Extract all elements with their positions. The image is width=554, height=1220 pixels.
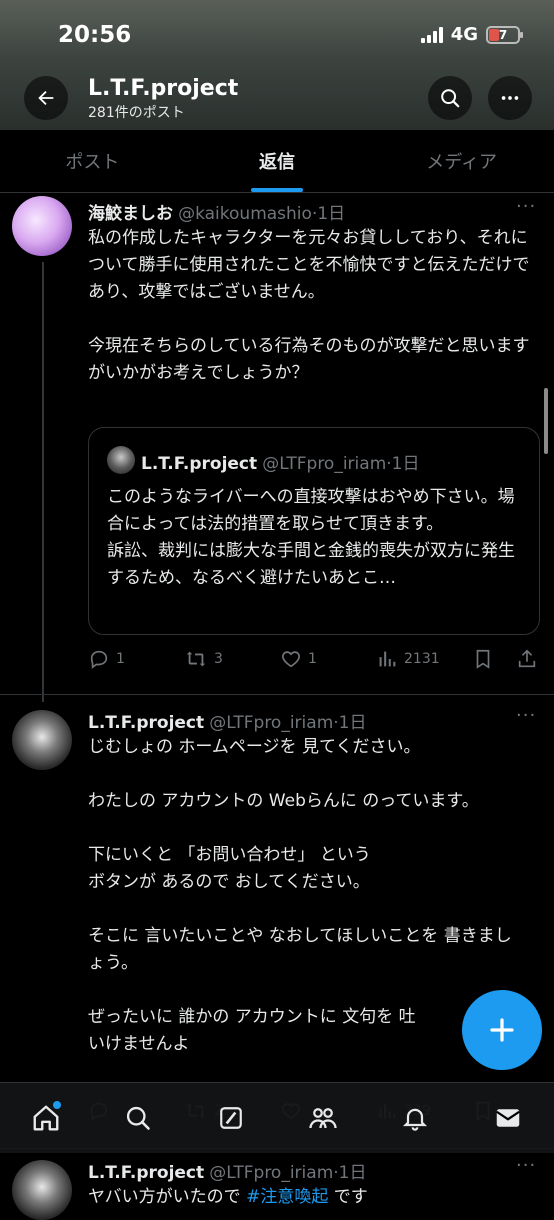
like-count: 1 <box>308 651 317 667</box>
scrollbar[interactable] <box>544 388 548 454</box>
repost-icon <box>186 651 206 667</box>
hashtag-link[interactable]: #注意喚起 <box>246 1187 328 1207</box>
like-button[interactable]: 1 <box>280 648 317 670</box>
post-author: 海鮫ましお @kaikoumashio·1日 <box>88 199 345 224</box>
tab-posts[interactable]: ポスト <box>0 130 185 192</box>
views-button[interactable]: 2131 <box>376 648 440 670</box>
search-icon <box>127 1106 151 1130</box>
avatar <box>107 446 135 474</box>
back-button[interactable] <box>24 76 68 120</box>
quote-text: このようなライバーへの直接攻撃はおやめ下さい。場合によっては法的措置を取らせて頂… <box>107 487 515 588</box>
share-button[interactable] <box>516 648 538 674</box>
nav-communities[interactable] <box>298 1093 348 1143</box>
post-text: ヤバい方がいたので #注意喚起 です <box>88 1184 528 1211</box>
bookmark-button[interactable] <box>472 648 494 674</box>
reply-count: 1 <box>116 651 125 667</box>
thread-line <box>42 262 44 702</box>
post-actions: 1 3 1 2131 <box>88 648 540 672</box>
reply-icon <box>90 650 108 669</box>
quote-author-name: L.T.F.project <box>141 454 258 474</box>
share-icon <box>518 649 536 668</box>
tab-replies[interactable]: 返信 <box>185 130 370 192</box>
avatar[interactable] <box>12 196 72 256</box>
author-handle[interactable]: @LTFpro_iriam <box>209 1163 333 1183</box>
post-menu-button[interactable]: ··· <box>516 1155 536 1176</box>
tab-posts-label: ポスト <box>65 152 120 173</box>
divider <box>0 694 554 695</box>
post-text-suffix: です <box>328 1187 368 1207</box>
post-author: L.T.F.project @LTFpro_iriam·1日 <box>88 1158 366 1183</box>
repost-button[interactable]: 3 <box>184 648 223 670</box>
post-author: L.T.F.project @LTFpro_iriam·1日 <box>88 708 366 733</box>
quote-author: L.T.F.project @LTFpro_iriam·1日 <box>141 449 419 474</box>
avatar[interactable] <box>12 1160 72 1220</box>
author-name[interactable]: 海鮫ましお <box>88 204 173 224</box>
author-handle[interactable]: @kaikoumashio <box>178 204 312 224</box>
post-time: ·1日 <box>333 713 367 733</box>
search-icon <box>441 89 460 108</box>
search-button[interactable] <box>428 76 472 120</box>
status-indicators: 4G 7 <box>420 24 523 45</box>
nav-messages[interactable] <box>483 1093 533 1143</box>
post-time: ·1日 <box>311 204 346 224</box>
battery-icon: 7 <box>486 25 523 44</box>
views-icon <box>379 651 396 667</box>
more-button[interactable] <box>488 76 532 120</box>
profile-tabs: ポスト 返信 メディア <box>0 130 554 193</box>
quote-author-handle: @LTFpro_iriam <box>262 454 387 474</box>
nav-grok[interactable] <box>206 1093 256 1143</box>
author-name[interactable]: L.T.F.project <box>88 713 204 733</box>
tab-media-label: メディア <box>426 152 498 173</box>
author-name[interactable]: L.T.F.project <box>88 1163 204 1183</box>
bottom-navigation <box>0 1082 554 1153</box>
tab-replies-label: 返信 <box>259 152 295 173</box>
post-text: 私の作成したキャラクターを元々お貸ししており、それについて勝手に使用されたことを… <box>88 228 530 383</box>
battery-level: 7 <box>498 27 508 42</box>
mail-icon <box>495 1109 520 1127</box>
quoted-post[interactable]: L.T.F.project @LTFpro_iriam·1日 このようなライバー… <box>88 427 540 635</box>
post-menu-button[interactable]: ··· <box>516 196 536 217</box>
network-label: 4G <box>450 24 478 45</box>
reply-button[interactable]: 1 <box>88 648 125 670</box>
tab-media[interactable]: メディア <box>369 130 554 192</box>
like-icon <box>282 651 300 668</box>
active-tab-indicator <box>251 188 303 192</box>
nav-notifications[interactable] <box>390 1093 440 1143</box>
author-handle[interactable]: @LTFpro_iriam <box>209 713 333 733</box>
nav-home[interactable] <box>21 1093 71 1143</box>
quote-time: ·1日 <box>386 454 420 474</box>
more-icon <box>501 96 519 100</box>
communities-icon <box>309 1108 337 1129</box>
nav-search[interactable] <box>113 1093 163 1143</box>
compose-fab-button[interactable] <box>462 990 542 1070</box>
header-background <box>0 0 554 130</box>
view-count: 2131 <box>404 651 440 667</box>
signal-icon <box>420 26 443 43</box>
back-arrow-icon <box>38 90 54 106</box>
repost-count: 3 <box>214 651 223 667</box>
plus-icon <box>490 1018 514 1042</box>
status-time: 20:56 <box>58 22 132 48</box>
post-text: じむしょの ホームページを 見てください。 わたしの アカウントの Webらんに… <box>88 737 512 1054</box>
post-time: ·1日 <box>333 1163 367 1183</box>
compose-icon <box>219 1107 242 1129</box>
post-menu-button[interactable]: ··· <box>516 705 536 726</box>
profile-title: L.T.F.project <box>88 76 239 101</box>
avatar[interactable] <box>12 710 72 770</box>
post-text-prefix: ヤバい方がいたので <box>88 1187 247 1207</box>
bell-icon <box>403 1108 428 1131</box>
post-count: 281件のポスト <box>88 105 185 121</box>
bookmark-icon <box>476 649 490 669</box>
